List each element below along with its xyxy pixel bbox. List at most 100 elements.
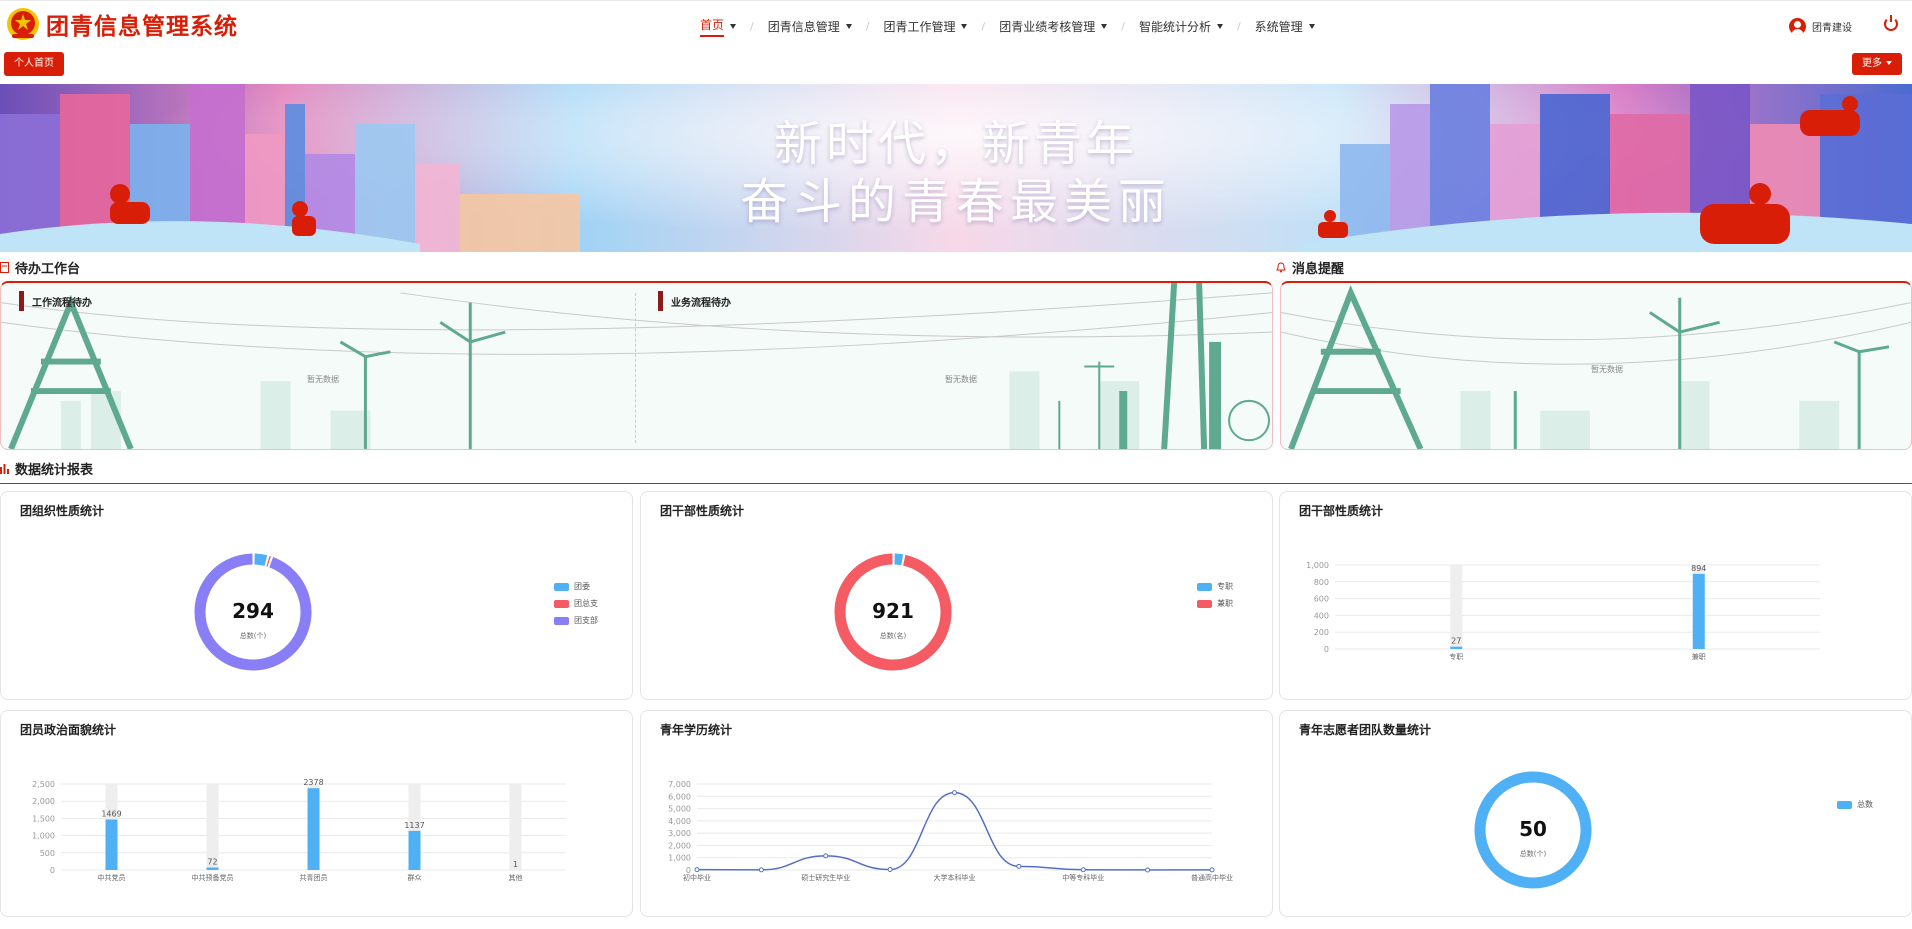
y-tick-label: 1,000 <box>1306 561 1329 570</box>
x-tick-label: 兼职 <box>1692 652 1706 661</box>
bar <box>105 819 118 870</box>
bar-chart-cadre[interactable]: 0 200 400 600 800 1,000 27 专职 894 兼职 <box>1280 492 1912 701</box>
bar <box>307 788 320 870</box>
bar <box>1692 573 1705 649</box>
main-nav: 首页 / 团青信息管理 / 团青工作管理 / 团青业绩考核管理 / 智能统计分析… <box>700 16 1315 37</box>
x-tick-label: 共青团员 <box>300 873 328 882</box>
nav-performance-mgmt[interactable]: 团青业绩考核管理 <box>999 16 1108 36</box>
nav-separator: / <box>1236 19 1241 33</box>
user-name: 团青建设 <box>1812 23 1852 34</box>
donut-total-label: 总数(名) <box>880 631 907 640</box>
chart-legend: 专职 兼职 <box>1197 578 1233 612</box>
tab-personal-home[interactable]: 个人首页 <box>4 52 64 76</box>
y-tick-label: 7,000 <box>668 780 691 789</box>
donut-total-label: 总数(个) <box>1520 849 1547 858</box>
nav-info-mgmt[interactable]: 团青信息管理 <box>768 16 852 36</box>
nav-separator: / <box>1121 19 1125 33</box>
data-point <box>1145 867 1151 873</box>
chart-card-org: 团组织性质统计 294 总数(个) 团委 团总支 团支部 <box>0 491 633 700</box>
x-tick-label: 专职 <box>1449 652 1463 661</box>
donut-slice <box>254 553 268 566</box>
legend-item[interactable]: 团总支 <box>554 595 598 612</box>
y-tick-label: 400 <box>1314 611 1329 620</box>
legend-item[interactable]: 专职 <box>1197 578 1233 595</box>
x-tick-label: 普通高中毕业 <box>1191 873 1233 882</box>
app-title: 团青信息管理系统 <box>46 14 238 40</box>
chevron-down-icon <box>845 23 852 29</box>
legend-swatch <box>1197 599 1212 608</box>
chevron-down-icon <box>1216 23 1223 29</box>
stats-divider <box>0 483 1912 484</box>
x-tick-label: 硕士研究生毕业 <box>801 873 850 882</box>
donut-chart-volunteer[interactable]: 50 总数(个) <box>1280 711 1912 918</box>
column-divider <box>635 293 636 443</box>
y-tick-label: 1,000 <box>668 854 691 863</box>
bar <box>1450 646 1463 649</box>
avatar <box>1789 18 1806 35</box>
legend-item[interactable]: 团支部 <box>554 612 598 629</box>
bar-value-label: 72 <box>207 858 217 867</box>
donut-chart-cadre[interactable]: 921 总数(名) <box>641 492 1274 701</box>
nav-analytics[interactable]: 智能统计分析 <box>1139 16 1223 36</box>
legend-item[interactable]: 兼职 <box>1197 595 1233 612</box>
nav-system-mgmt[interactable]: 系统管理 <box>1255 16 1315 36</box>
power-icon[interactable] <box>1884 15 1898 31</box>
nav-work-mgmt[interactable]: 团青工作管理 <box>883 16 968 36</box>
user-menu[interactable]: 团青建设 <box>1789 18 1852 35</box>
bar-chart-politics[interactable]: 0 500 1,000 1,500 2,000 2,500 1469 中共党员 72 中共预备党员… <box>1 711 634 918</box>
chart-legend: 团委 团总支 团支部 <box>554 578 598 629</box>
nav-label: 系统管理 <box>1254 19 1303 34</box>
heading-bar <box>19 291 24 311</box>
y-tick-label: 500 <box>40 849 55 858</box>
work-flow-label: 工作流程待办 <box>32 297 92 309</box>
y-tick-label: 200 <box>1314 628 1329 637</box>
chevron-down-icon <box>1101 23 1108 29</box>
legend-swatch <box>554 582 569 591</box>
legend-label: 团总支 <box>574 599 598 608</box>
bar-value-label: 1469 <box>101 809 121 818</box>
bar-value-label: 2378 <box>303 778 323 787</box>
donut-total: 50 <box>1519 817 1547 841</box>
chevron-down-icon <box>1886 61 1892 65</box>
todo-section-title: 待办工作台 <box>0 258 80 277</box>
todo-title-text: 待办工作台 <box>15 262 81 277</box>
bar <box>408 830 421 870</box>
biz-flow-heading: 业务流程待办 <box>658 291 731 311</box>
nav-label: 团青工作管理 <box>883 19 956 34</box>
bar-value-label: 27 <box>1451 637 1461 646</box>
y-tick-label: 4,000 <box>668 817 691 826</box>
top-bar: 团青信息管理系统 首页 / 团青信息管理 / 团青工作管理 / 团青业绩考核管理… <box>0 0 1912 48</box>
data-point <box>1209 867 1215 873</box>
banner: 新时代，新青年 奋斗的青春最美丽 <box>0 84 1912 252</box>
x-tick-label: 其他 <box>509 873 523 882</box>
nav-home[interactable]: 首页 <box>700 16 737 37</box>
biz-flow-label: 业务流程待办 <box>671 297 731 309</box>
x-tick-label: 群众 <box>408 873 422 882</box>
bar-value-label: 1 <box>513 860 518 869</box>
donut-chart-org[interactable]: 294 总数(个) <box>1 492 634 701</box>
x-tick-label: 初中毕业 <box>683 873 711 882</box>
x-tick-label: 大学本科毕业 <box>934 873 976 882</box>
notice-title-text: 消息提醒 <box>1292 262 1345 277</box>
more-button[interactable]: 更多 <box>1852 53 1902 75</box>
legend-item[interactable]: 团委 <box>554 578 598 595</box>
chart-legend: 总数 <box>1837 796 1873 813</box>
chart-card-volunteer: 青年志愿者团队数量统计 50 总数(个) 总数 <box>1279 710 1912 917</box>
x-tick-label: 中共党员 <box>98 873 126 882</box>
data-point <box>952 790 957 796</box>
chart-card-politics: 团员政治面貌统计 0 500 1,000 1,500 2,000 2,500 1469 中共党… <box>0 710 633 917</box>
empty-state-notice: 暂无数据 <box>1591 365 1623 374</box>
y-tick-label: 600 <box>1314 595 1329 604</box>
chevron-down-icon <box>961 23 968 29</box>
data-point <box>1016 863 1022 869</box>
line-chart-education[interactable]: 01,0002,0003,0004,0005,0006,0007,000初中毕业… <box>641 711 1274 918</box>
logo[interactable]: 团青信息管理系统 <box>6 7 238 41</box>
bar-value-label: 894 <box>1691 564 1706 573</box>
y-tick-label: 0 <box>50 866 55 875</box>
document-icon <box>0 262 9 273</box>
bar <box>206 867 219 870</box>
nav-label: 首页 <box>700 16 725 37</box>
data-point <box>887 867 893 873</box>
empty-state-work: 暂无数据 <box>307 375 339 384</box>
legend-item[interactable]: 总数 <box>1837 796 1873 813</box>
